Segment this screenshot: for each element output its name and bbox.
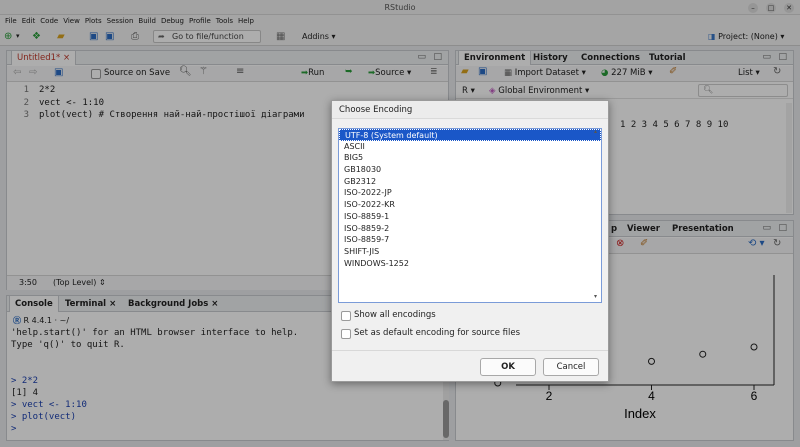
encoding-option[interactable]: ISO-2022-JP (339, 187, 601, 199)
set-default-encoding-checkbox[interactable] (341, 329, 351, 339)
listbox-scrollbar[interactable]: ▴ ▾ (594, 128, 601, 302)
choose-encoding-dialog: Choose Encoding UTF-8 (System default) AS… (331, 100, 609, 382)
encoding-option[interactable]: UTF-8 (System default) (339, 129, 601, 141)
dialog-title: Choose Encoding (332, 101, 608, 119)
encoding-option[interactable]: BIG5 (339, 152, 601, 164)
encoding-option[interactable]: SHIFT-JIS (339, 246, 601, 258)
encoding-option[interactable]: GB18030 (339, 164, 601, 176)
scroll-down-icon: ▾ (594, 293, 598, 300)
encoding-option[interactable]: ASCII (339, 141, 601, 153)
set-default-encoding-label: Set as default encoding for source files (354, 328, 521, 338)
ok-button[interactable]: OK (480, 358, 536, 376)
show-all-encodings-label: Show all encodings (354, 310, 436, 320)
encoding-option[interactable]: ISO-8859-2 (339, 223, 601, 235)
encoding-option[interactable]: ISO-8859-7 (339, 234, 601, 246)
dialog-divider (332, 350, 608, 351)
scroll-up-icon: ▴ (594, 128, 598, 135)
show-all-encodings-checkbox[interactable] (341, 311, 351, 321)
encoding-option[interactable]: ISO-8859-1 (339, 211, 601, 223)
cancel-button[interactable]: Cancel (543, 358, 599, 376)
encoding-option[interactable]: GB2312 (339, 176, 601, 188)
encoding-listbox[interactable]: UTF-8 (System default) ASCII BIG5 GB18030 GB… (338, 128, 602, 303)
encoding-option[interactable]: ISO-2022-KR (339, 199, 601, 211)
encoding-option[interactable]: WINDOWS-1252 (339, 258, 601, 270)
